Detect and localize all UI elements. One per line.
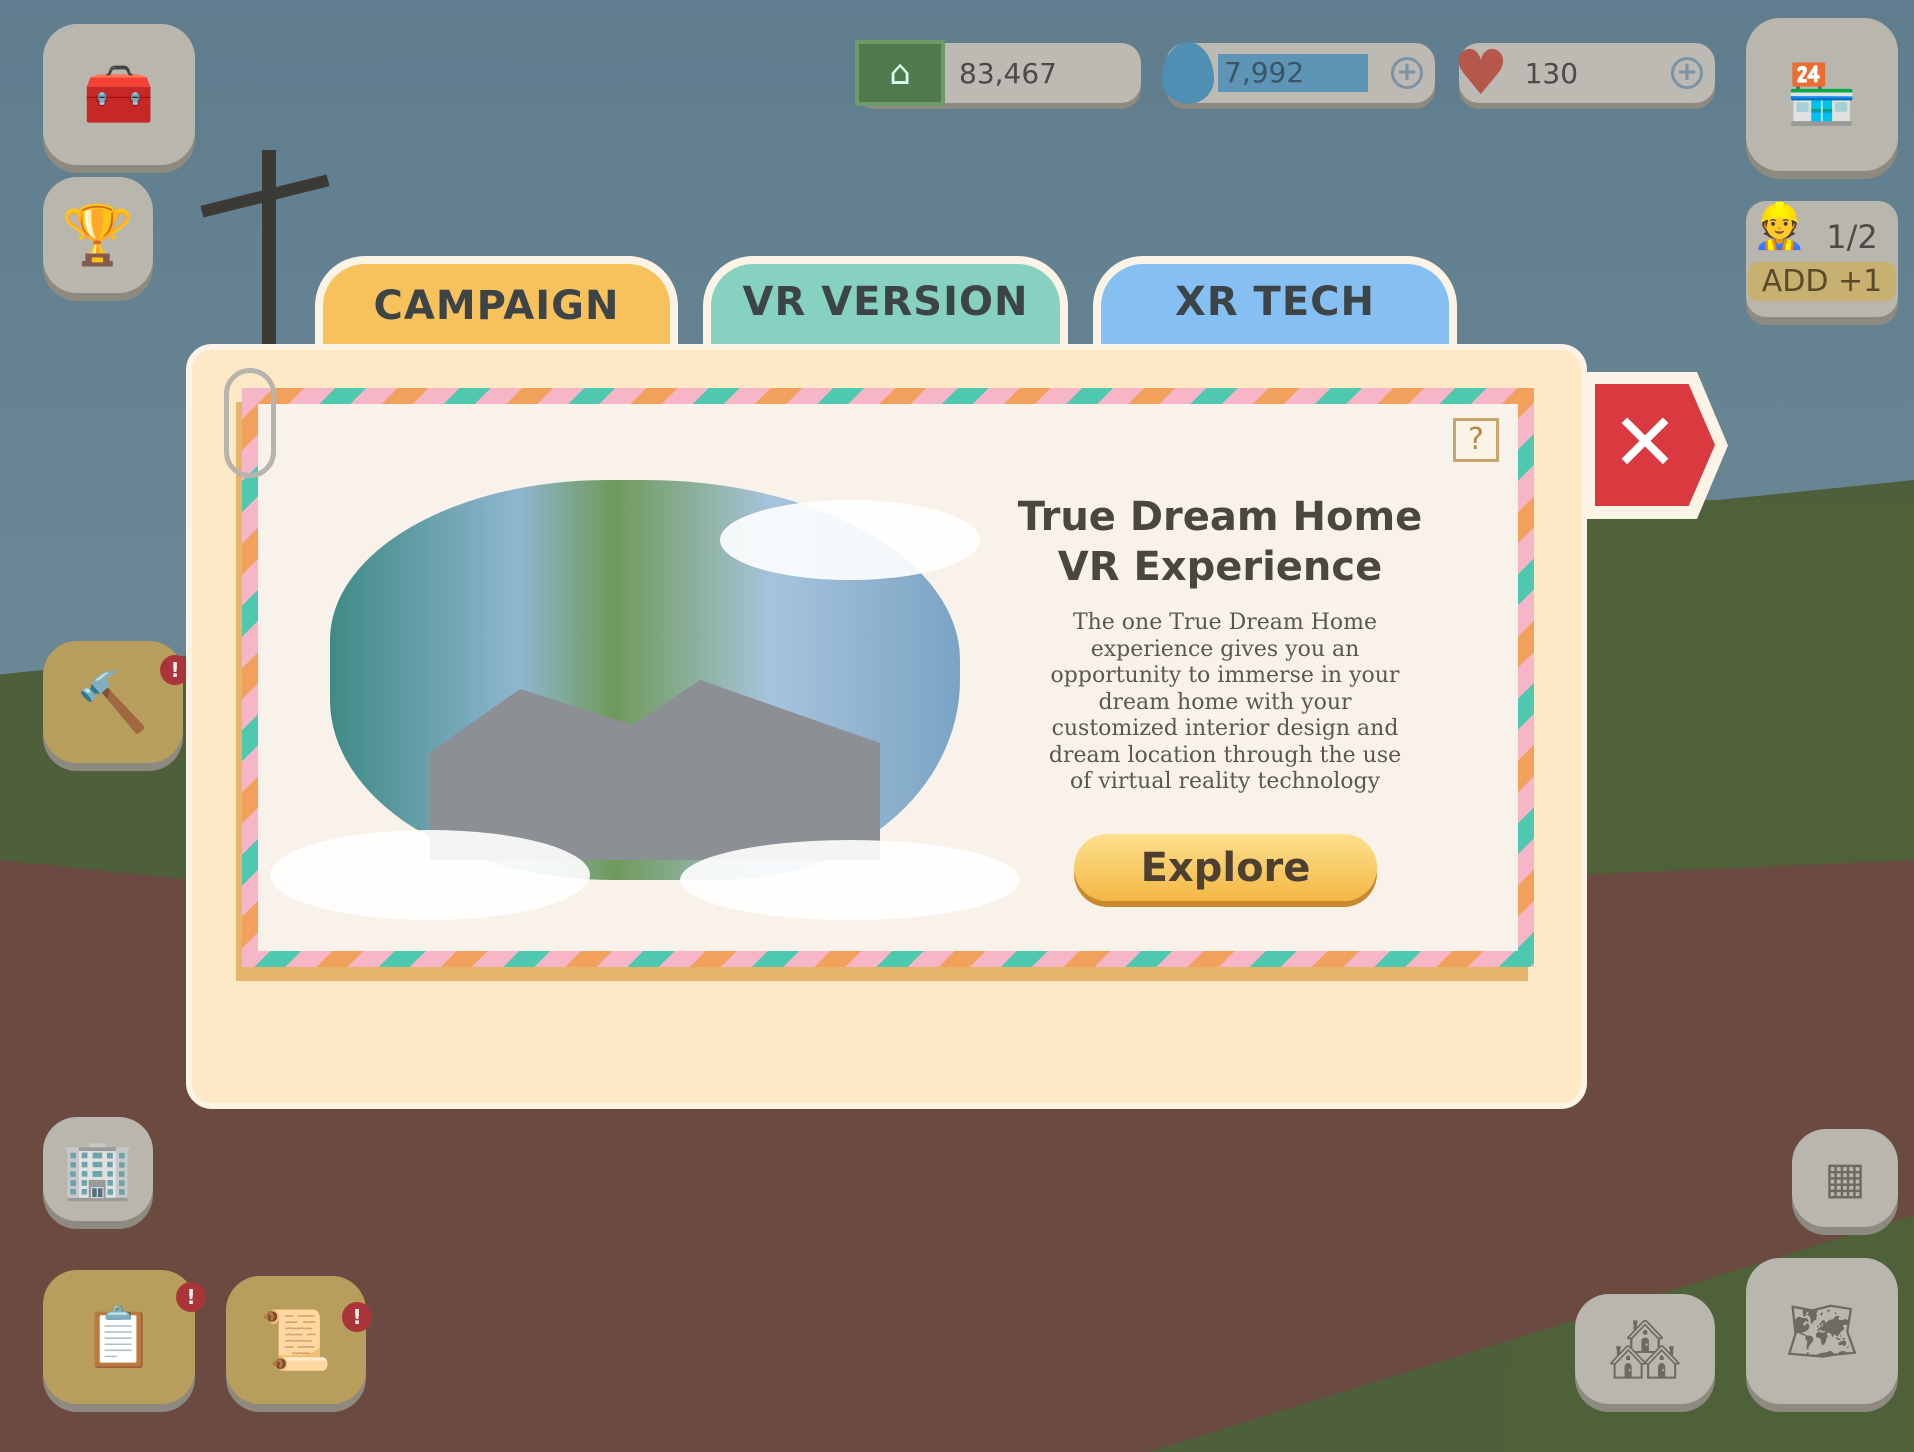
floorplan-icon: ▦: [1824, 1152, 1866, 1204]
scroll-icon: 📜: [259, 1305, 333, 1374]
worker-helmet-icon: 👷: [1752, 201, 1807, 252]
toolbox-button[interactable]: 🧰: [43, 24, 195, 165]
scroll-alert-badge: !: [342, 1302, 372, 1332]
houses-arrow-icon: 🏘: [1608, 1314, 1682, 1383]
water-drop-icon: [1162, 42, 1214, 104]
utility-pole: [262, 150, 276, 350]
help-button[interactable]: ?: [1453, 418, 1499, 462]
tasks-alert-badge: !: [176, 1282, 206, 1312]
cash-counter: ⌂ 83,467: [855, 40, 1141, 106]
campaign-description: The one True Dream Home experience gives…: [1048, 610, 1402, 794]
buildings-button[interactable]: 🏢: [43, 1117, 153, 1221]
tasks-button[interactable]: 📋: [43, 1270, 195, 1404]
add-water-button[interactable]: +: [1391, 57, 1423, 89]
worker-count: 1/2: [1826, 217, 1878, 256]
water-value: 7,992: [1218, 54, 1368, 92]
hearts-counter: ♥ 130 +: [1453, 42, 1715, 104]
floorplan-button[interactable]: ▦: [1792, 1129, 1898, 1227]
scroll-button[interactable]: 📜: [226, 1276, 366, 1404]
cash-house-icon: ⌂: [855, 40, 945, 106]
hearts-value: 130: [1524, 56, 1579, 90]
shop-button[interactable]: 🏪: [1746, 18, 1898, 171]
paperclip-icon: [224, 368, 276, 478]
shop-icon: 🏪: [1785, 60, 1859, 128]
cash-value: 83,467: [959, 56, 1057, 90]
toolbox-icon: 🧰: [82, 60, 156, 128]
explore-button[interactable]: Explore: [1074, 834, 1377, 901]
build-tools-button[interactable]: 🔨: [43, 641, 183, 763]
add-worker-button[interactable]: ADD +1: [1747, 261, 1897, 301]
task-list-icon: 📋: [82, 1302, 156, 1371]
campaign-title: True Dream Home VR Experience: [1017, 494, 1423, 590]
heart-icon: ♥: [1453, 36, 1509, 109]
trophy-button[interactable]: 🏆: [43, 177, 153, 293]
map-button[interactable]: 🗺: [1746, 1258, 1898, 1404]
cloud-decoration: [720, 500, 980, 580]
water-counter: 7,992 +: [1162, 42, 1435, 104]
cloud-decoration: [270, 830, 590, 920]
hammer-wrench-icon: 🔨: [76, 667, 150, 736]
map-icon: 🗺: [1785, 1296, 1859, 1365]
add-hearts-button[interactable]: +: [1671, 57, 1703, 89]
move-home-button[interactable]: 🏘: [1575, 1294, 1715, 1404]
trophy-icon: 🏆: [61, 200, 135, 269]
cloud-decoration: [680, 840, 1020, 920]
buildings-icon: 🏢: [61, 1134, 135, 1203]
